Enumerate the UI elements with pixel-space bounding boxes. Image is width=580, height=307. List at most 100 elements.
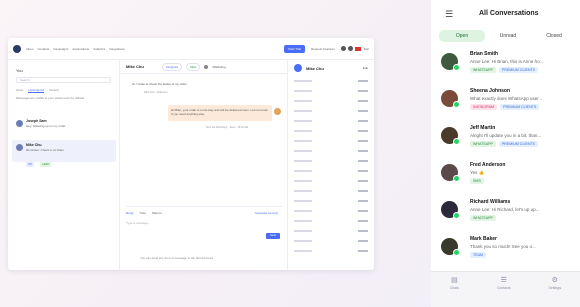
profile-field-value bbox=[358, 170, 368, 172]
inbox-column: You Search Open Unassigned Closed Messag… bbox=[8, 60, 120, 270]
tag-badge: WHATSAPP bbox=[470, 67, 496, 73]
tag-list: SMS bbox=[470, 178, 484, 184]
conversation-item-selected[interactable]: Mike Chu Reminder: Check in at 10am VIP … bbox=[12, 140, 116, 167]
conversation-item[interactable]: Fred Anderson Yes 👍 SMS bbox=[437, 157, 580, 191]
compose-tab-note[interactable]: Note bbox=[140, 211, 146, 215]
compose-tab-reply[interactable]: Reply bbox=[126, 211, 134, 215]
profile-field-label bbox=[294, 150, 312, 152]
agent-pill[interactable]: Mike bbox=[186, 62, 201, 71]
nav-link-inbox[interactable]: Inbox bbox=[26, 47, 33, 51]
inbox-title[interactable]: You bbox=[16, 68, 23, 73]
compose-tab-macros[interactable]: Macros bbox=[152, 211, 162, 215]
tab-closed[interactable]: Closed bbox=[49, 88, 58, 93]
hamburger-icon[interactable]: ☰ bbox=[445, 9, 453, 20]
nav-link-campaigns[interactable]: Campaigns bbox=[53, 47, 68, 51]
contact-name: Richard Williams bbox=[470, 199, 511, 205]
nav-link-contacts[interactable]: Contacts bbox=[37, 47, 49, 51]
profile-field-row bbox=[294, 88, 368, 94]
tag-badge: WHATSAPP bbox=[470, 141, 496, 147]
tab-open[interactable]: Open bbox=[439, 30, 485, 42]
conversation-tag: LEAD bbox=[40, 162, 52, 167]
conversation-item[interactable]: Mark Baker Thank you so much! See you o..… bbox=[437, 231, 580, 265]
profile-field-row bbox=[294, 158, 368, 164]
contact-name: Sheena Johnson bbox=[470, 88, 511, 94]
nav-link-integrations[interactable]: Integrations bbox=[109, 47, 125, 51]
language-flag-icon[interactable] bbox=[354, 46, 361, 51]
help-icon[interactable] bbox=[340, 46, 346, 51]
message-preview: Thank you so much! See you o... bbox=[470, 244, 536, 249]
profile-field-value bbox=[358, 160, 368, 162]
profile-field-label bbox=[294, 90, 312, 92]
tag-badge: INSTAGRAM bbox=[470, 104, 498, 110]
bottom-nav-contacts[interactable]: ☰ Contacts bbox=[497, 277, 511, 290]
message-preview: Yes 👍 bbox=[470, 170, 485, 175]
profile-name: Mike Chu bbox=[306, 65, 324, 71]
send-button[interactable]: Send bbox=[266, 233, 280, 239]
tag-list: TEAM bbox=[470, 252, 486, 258]
status-icon[interactable] bbox=[204, 64, 209, 69]
whatsapp-badge-icon bbox=[453, 64, 460, 71]
assignee-dropdown[interactable]: Marketing bbox=[212, 65, 225, 69]
tab-open[interactable]: Open bbox=[16, 88, 23, 93]
tab-unassigned[interactable]: Unassigned bbox=[28, 88, 45, 93]
profile-field-row bbox=[294, 218, 368, 224]
start-trial-button[interactable]: Start Trial bbox=[284, 44, 305, 53]
top-nav: Inbox Contacts Campaigns Automations Ana… bbox=[8, 38, 374, 60]
profile-header: Mike Chu bbox=[294, 64, 324, 72]
profile-field-value bbox=[358, 100, 368, 102]
message-input[interactable]: Type a message... bbox=[126, 221, 151, 225]
chats-icon: ▤ bbox=[451, 277, 458, 284]
settings-icon: ⚙ bbox=[551, 277, 558, 284]
profile-field-label bbox=[294, 170, 312, 172]
profile-edit-button[interactable]: Edit bbox=[363, 66, 368, 70]
profile-field-row bbox=[294, 148, 368, 154]
tab-closed[interactable]: Closed bbox=[531, 30, 577, 42]
tag-badge: SMS bbox=[470, 178, 484, 184]
tag-badge: TEAM bbox=[470, 252, 486, 258]
tag-badge: PREMIUM CLIENTS bbox=[498, 67, 539, 73]
chat-column: Mike Chu Assigned Mike Marketing Hi, I'd… bbox=[120, 60, 288, 270]
compose-box: Reply Note Macros Generate AI reply Type… bbox=[126, 206, 282, 246]
profile-field-row bbox=[294, 118, 368, 124]
contact-name: Jeff Martin bbox=[470, 125, 496, 131]
inbox-search-input[interactable]: Search bbox=[16, 77, 111, 83]
desktop-screenshot: Inbox Contacts Campaigns Automations Ana… bbox=[8, 38, 374, 270]
conversation-tabs: Open Unread Closed bbox=[439, 30, 577, 42]
tab-unread[interactable]: Unread bbox=[485, 30, 531, 42]
profile-field-row bbox=[294, 128, 368, 134]
notifications-icon[interactable] bbox=[347, 46, 353, 51]
profile-field-label bbox=[294, 120, 312, 122]
profile-field-row bbox=[294, 188, 368, 194]
nav-link-analytics[interactable]: Analytics bbox=[93, 47, 105, 51]
conversation-item[interactable]: Jeff Martin Alright I'll update you in a … bbox=[437, 120, 580, 154]
request-features-link[interactable]: Request Features bbox=[311, 47, 335, 51]
conversation-item[interactable]: Joseph Sam Hey, following up on my order bbox=[12, 116, 116, 138]
ai-reply-link[interactable]: Generate AI reply bbox=[255, 211, 278, 215]
profile-field-value bbox=[358, 240, 368, 242]
bottom-nav-chats[interactable]: ▤ Chats bbox=[450, 277, 459, 290]
page-title: All Conversations bbox=[479, 10, 539, 17]
profile-field-row bbox=[294, 178, 368, 184]
profile-field-label bbox=[294, 100, 312, 102]
assigned-pill[interactable]: Assigned bbox=[161, 62, 183, 71]
nav-link-automations[interactable]: Automations bbox=[72, 47, 89, 51]
profile-field-label bbox=[294, 110, 312, 112]
user-menu[interactable]: Eric bbox=[364, 47, 369, 51]
profile-field-value bbox=[358, 150, 368, 152]
profile-field-value bbox=[358, 130, 368, 132]
profile-field-row bbox=[294, 138, 368, 144]
incoming-message-meta: Mike Chu · Delivered bbox=[144, 91, 168, 94]
bottom-nav-label: Settings bbox=[548, 286, 562, 290]
conversation-item[interactable]: Sheena Johnson What exactly does WhatsApp… bbox=[437, 83, 580, 117]
logo bbox=[13, 44, 21, 53]
profile-field-value bbox=[358, 80, 368, 82]
bottom-nav-settings[interactable]: ⚙ Settings bbox=[548, 277, 561, 290]
profile-field-row bbox=[294, 78, 368, 84]
conversation-item[interactable]: Brian Smith Anne Lee: Hi Brian, this is A… bbox=[437, 46, 580, 80]
conversation-name: Mike Chu bbox=[26, 143, 42, 147]
profile-field-row bbox=[294, 98, 368, 104]
conversation-item[interactable]: Richard Williams Anne Lee: Hi Richard, le… bbox=[437, 194, 580, 228]
tag-badge: PREMIUM CLIENTS bbox=[500, 104, 540, 110]
profile-field-row bbox=[294, 108, 368, 114]
profile-field-row bbox=[294, 168, 368, 174]
